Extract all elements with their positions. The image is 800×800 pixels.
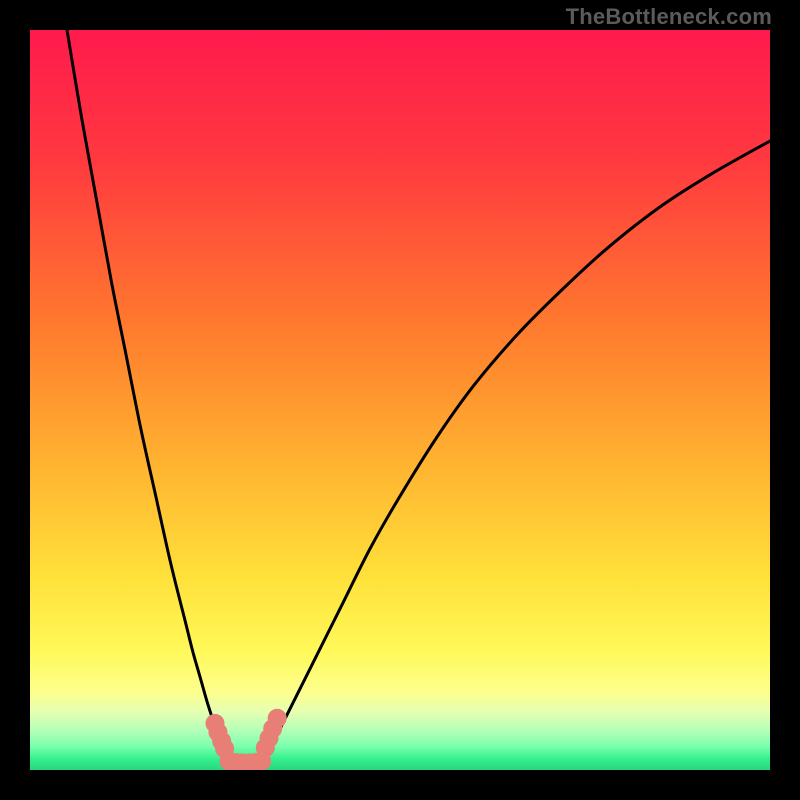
gradient-background [30,30,770,770]
chart-frame: TheBottleneck.com [0,0,800,800]
watermark-text: TheBottleneck.com [566,4,772,30]
plot-area [30,30,770,770]
marker-floor-cluster [253,752,271,770]
marker-right-cluster [268,709,286,727]
chart-svg [30,30,770,770]
